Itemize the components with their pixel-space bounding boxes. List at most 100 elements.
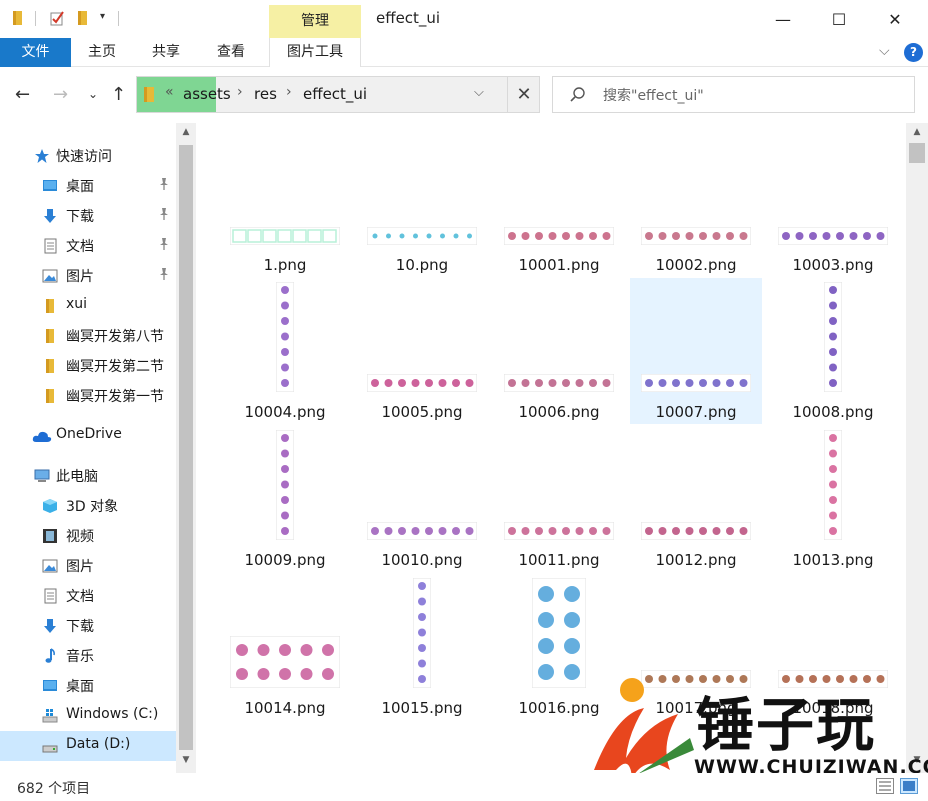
manage-tab[interactable]: 管理: [269, 5, 361, 38]
windows-drive-icon: [42, 709, 58, 723]
sidebar-item-music[interactable]: 音乐: [0, 641, 176, 671]
sidebar-item-downloads[interactable]: 下载: [0, 611, 176, 641]
tab-view[interactable]: 查看: [217, 38, 245, 67]
file-name: 10012.png: [655, 551, 737, 569]
file-name: 10014.png: [244, 699, 326, 717]
address-bar[interactable]: « assets › res › effect_ui ⌵ ✕: [136, 76, 540, 113]
address-dropdown-icon[interactable]: ⌵: [474, 85, 484, 100]
sidebar-item-desktop[interactable]: 桌面: [0, 171, 176, 201]
file-thumbnail: [367, 227, 477, 245]
customize-toolbar-icon[interactable]: ▾: [100, 11, 105, 22]
breadcrumb-chevron-icon[interactable]: ›: [237, 84, 243, 100]
sidebar-item-folder[interactable]: 幽冥开发第八节: [0, 321, 176, 351]
breadcrumb-chevron-icon[interactable]: ›: [286, 84, 292, 100]
file-item[interactable]: 10004.png: [219, 278, 351, 424]
clear-address-icon[interactable]: ✕: [507, 77, 540, 112]
file-name: 10002.png: [655, 256, 737, 274]
sidebar-item-onedrive[interactable]: OneDrive: [0, 421, 176, 451]
pin-icon[interactable]: [157, 207, 171, 221]
file-item[interactable]: 1.png: [219, 131, 351, 277]
sidebar-item-folder[interactable]: 幽冥开发第一节: [0, 381, 176, 411]
tab-share[interactable]: 共享: [152, 38, 180, 67]
file-item[interactable]: 10003.png: [767, 131, 899, 277]
close-button[interactable]: ✕: [867, 0, 923, 38]
minimize-button[interactable]: —: [755, 0, 811, 38]
tab-home[interactable]: 主页: [88, 38, 116, 67]
file-item[interactable]: 10006.png: [493, 278, 625, 424]
pin-icon[interactable]: [157, 177, 171, 191]
file-item[interactable]: 10008.png: [767, 278, 899, 424]
back-button[interactable]: ←: [15, 84, 30, 105]
sidebar-item-downloads[interactable]: 下载: [0, 201, 176, 231]
sidebar-item-pictures[interactable]: 图片: [0, 551, 176, 581]
sidebar-item-drive-c[interactable]: Windows (C:): [0, 701, 176, 731]
search-input[interactable]: 搜索"effect_ui": [552, 76, 915, 113]
sidebar-item-label: 视频: [66, 529, 94, 545]
sidebar-item-folder[interactable]: 幽冥开发第二节: [0, 351, 176, 381]
sidebar-item-3d-objects[interactable]: 3D 对象: [0, 491, 176, 521]
breadcrumb-effect-ui[interactable]: effect_ui: [303, 85, 367, 103]
sidebar-item-documents[interactable]: 文档: [0, 231, 176, 261]
title-bar: ▾ 管理 effect_ui — ☐ ✕: [0, 0, 928, 38]
file-item[interactable]: 10007.png: [630, 278, 762, 424]
sidebar-item-videos[interactable]: 视频: [0, 521, 176, 551]
document-icon: [44, 588, 57, 604]
pin-icon[interactable]: [157, 267, 171, 281]
file-item[interactable]: 10001.png: [493, 131, 625, 277]
file-item[interactable]: 10005.png: [356, 278, 488, 424]
expand-ribbon-icon[interactable]: ⌵: [879, 43, 890, 59]
file-item[interactable]: 10013.png: [767, 426, 899, 572]
scroll-up-icon[interactable]: ▲: [176, 127, 196, 137]
file-item[interactable]: 10011.png: [493, 426, 625, 572]
tab-file[interactable]: 文件: [0, 38, 71, 67]
file-thumbnail: [367, 522, 477, 540]
scroll-up-icon[interactable]: ▲: [906, 127, 928, 137]
file-item[interactable]: 10002.png: [630, 131, 762, 277]
scrollbar-thumb[interactable]: [179, 145, 193, 750]
breadcrumb-assets[interactable]: assets: [183, 85, 231, 103]
sidebar-item-label: 此电脑: [56, 469, 98, 485]
recent-locations-button[interactable]: ⌄: [88, 87, 98, 101]
scrollbar-thumb[interactable]: [909, 143, 925, 163]
file-name: 10005.png: [381, 403, 463, 421]
file-item[interactable]: 10014.png: [219, 574, 351, 720]
maximize-button[interactable]: ☐: [811, 0, 867, 38]
sidebar-item-desktop[interactable]: 桌面: [0, 671, 176, 701]
file-name: 10013.png: [792, 551, 874, 569]
breadcrumb-res[interactable]: res: [254, 85, 277, 103]
properties-icon[interactable]: [49, 10, 65, 26]
sidebar-item-label: xui: [66, 296, 88, 312]
watermark: 锤子玩 WWW.CHUIZIWAN.COM: [586, 674, 928, 784]
pin-icon[interactable]: [157, 237, 171, 251]
help-button[interactable]: ?: [904, 43, 923, 62]
large-icons-view-button[interactable]: [900, 778, 918, 794]
large-icons-view-icon: [903, 781, 915, 791]
sidebar-item-this-pc[interactable]: 此电脑: [0, 461, 176, 491]
sidebar-item-quick-access[interactable]: 快速访问: [0, 141, 176, 171]
up-button[interactable]: ↑: [111, 84, 126, 105]
address-overflow[interactable]: «: [165, 84, 174, 100]
sidebar-item-label: Windows (C:): [66, 706, 159, 722]
sidebar-item-folder[interactable]: xui: [0, 291, 176, 321]
sidebar-item-documents[interactable]: 文档: [0, 581, 176, 611]
file-item[interactable]: 10010.png: [356, 426, 488, 572]
file-item[interactable]: 10009.png: [219, 426, 351, 572]
new-folder-icon[interactable]: [75, 10, 91, 26]
folder-icon: [46, 359, 54, 373]
star-icon: [35, 149, 49, 163]
file-item[interactable]: 10.png: [356, 131, 488, 277]
sidebar-item-label: Data (D:): [66, 736, 131, 752]
scroll-down-icon[interactable]: ▼: [176, 755, 196, 765]
file-item[interactable]: 10015.png: [356, 574, 488, 720]
folder-icon: [46, 299, 54, 313]
sidebar-item-pictures[interactable]: 图片: [0, 261, 176, 291]
file-name: 10003.png: [792, 256, 874, 274]
file-item[interactable]: 10012.png: [630, 426, 762, 572]
sidebar-item-label: OneDrive: [56, 426, 122, 442]
details-view-button[interactable]: [876, 778, 894, 794]
sidebar-item-drive-d[interactable]: Data (D:): [0, 731, 176, 761]
forward-button[interactable]: →: [53, 84, 68, 105]
tab-picture-tools[interactable]: 图片工具: [269, 38, 361, 67]
status-bar: 682 个项目: [0, 773, 928, 801]
sidebar-scrollbar[interactable]: ▲ ▼: [176, 123, 196, 773]
